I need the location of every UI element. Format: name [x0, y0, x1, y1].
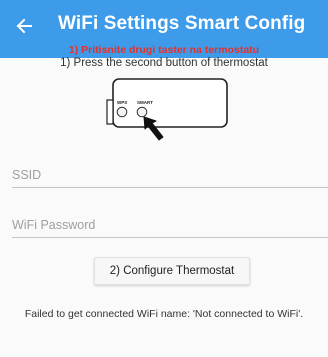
page-title: WiFi Settings Smart Config	[58, 13, 306, 34]
ssid-field[interactable]	[12, 162, 328, 188]
wifi-password-input[interactable]	[12, 212, 328, 237]
wps-button-graphic	[116, 106, 128, 118]
step1-local-instruction: 1) Pritisnite drugi taster na termostatu	[68, 44, 260, 56]
back-button[interactable]	[10, 12, 38, 40]
wps-label: WPS	[117, 100, 127, 105]
wifi-password-field[interactable]	[12, 212, 328, 238]
smart-label: SMART	[137, 100, 153, 105]
smart-button-graphic	[136, 106, 148, 118]
status-message: Failed to get connected WiFi name: 'Not …	[24, 308, 304, 320]
thermostat-device-image: WPS SMART	[106, 78, 228, 141]
step1-instruction: 1) Press the second button of thermostat	[60, 57, 268, 69]
configure-thermostat-button[interactable]: 2) Configure Thermostat	[94, 257, 250, 285]
arrow-left-icon	[16, 18, 32, 34]
ssid-input[interactable]	[12, 162, 328, 187]
